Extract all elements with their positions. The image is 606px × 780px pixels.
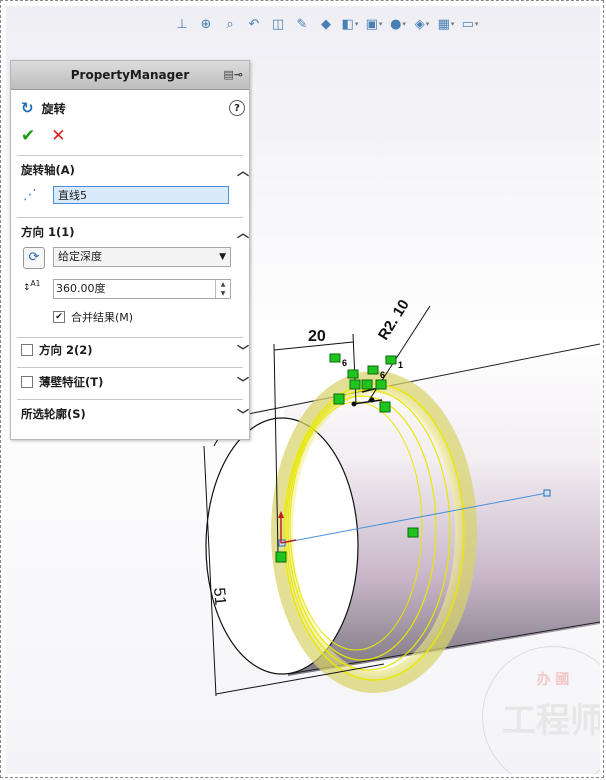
thin-feature-checkbox[interactable] — [21, 376, 33, 388]
spin-arrows-icon[interactable]: ▲ ▼ — [215, 280, 230, 298]
apply-scene-icon[interactable]: ◈ ▾ — [412, 14, 432, 34]
pin-icon[interactable]: ▤⊸ — [223, 68, 243, 81]
expand-chevron-icon[interactable]: ﹀ — [237, 406, 249, 423]
svg-text:1: 1 — [398, 360, 403, 370]
direction1-section-label: 方向 1(1) — [21, 225, 75, 239]
end-condition-select[interactable]: 给定深度 ▼ — [53, 247, 231, 267]
divider — [17, 217, 243, 218]
previous-view-icon[interactable]: ↶ — [244, 14, 264, 34]
view-orientation-icon[interactable]: ⊥ — [172, 14, 192, 34]
dropdown-arrow-icon: ▼ — [219, 252, 226, 262]
property-manager-header: PropertyManager ▤⊸ — [11, 61, 249, 90]
dim-diameter-text: 51 — [210, 587, 228, 606]
feature-title-row: ↻ 旋转 ? — [11, 97, 259, 119]
confirm-row: ✔ ✕ — [11, 125, 259, 147]
selected-contours-section-label: 所选轮廓(S) — [21, 407, 86, 421]
collapse-chevron-icon[interactable]: ︿ — [237, 162, 249, 179]
axis-line-icon: ⋰ — [23, 187, 37, 203]
view-cube-icon[interactable]: ◆ — [316, 14, 336, 34]
svg-text:6: 6 — [342, 358, 347, 368]
direction2-section-header[interactable]: 方向 2(2) ﹀ — [11, 339, 259, 361]
angle-spinbox[interactable]: 360.00度 ▲ ▼ — [53, 279, 231, 299]
angle-icon: ↕A1 — [23, 279, 41, 293]
revolve-feature-icon: ↻ — [21, 99, 34, 117]
direction2-section-label: 方向 2(2) — [39, 343, 93, 357]
dim-radius-text: R2. 10 — [375, 297, 413, 343]
selected-contours-section-header[interactable]: 所选轮廓(S) ﹀ — [11, 403, 259, 425]
property-manager-title: PropertyManager — [70, 68, 190, 82]
thin-feature-section-label: 薄壁特征(T) — [39, 375, 104, 389]
axis-endpoint-end — [543, 489, 551, 497]
feature-name: 旋转 — [41, 101, 66, 116]
section-view-icon[interactable]: ◫ — [268, 14, 288, 34]
divider — [17, 367, 243, 368]
axis-section-label: 旋转轴(A) — [21, 163, 75, 177]
property-manager-panel: PropertyManager ▤⊸ ↻ 旋转 ? ✔ ✕ 旋转轴(A) ︿ ⋰… — [10, 60, 250, 440]
direction2-checkbox[interactable] — [21, 344, 33, 356]
svg-text:6: 6 — [380, 370, 385, 380]
zoom-area-icon[interactable]: ⌕ — [220, 14, 240, 34]
heads-up-view-toolbar: ⊥ ⊕ ⌕ ↶ ◫ ✎ ◆ ◧ ▾ ▣ ▾ ● ▾ ◈ ▾ ▦ ▾ ▭ ▾ — [172, 12, 480, 36]
divider — [17, 399, 243, 400]
hide-show-icon[interactable]: ▣ ▾ — [364, 14, 384, 34]
axis-section-header[interactable]: 旋转轴(A) ︿ — [11, 159, 259, 181]
divider — [17, 155, 243, 156]
help-icon[interactable]: ? — [229, 100, 245, 116]
merge-result-checkbox[interactable]: ✔ — [53, 311, 65, 323]
expand-chevron-icon[interactable]: ﹀ — [237, 342, 249, 359]
reverse-direction-button[interactable]: ⟳ — [23, 247, 45, 269]
revolve-axis-field[interactable]: 直线5 — [53, 186, 229, 204]
cancel-button[interactable]: ✕ — [51, 126, 65, 146]
thin-feature-section-header[interactable]: 薄壁特征(T) ﹀ — [11, 371, 259, 393]
expand-chevron-icon[interactable]: ﹀ — [237, 374, 249, 391]
monitor-icon[interactable]: ▭ ▾ — [460, 14, 480, 34]
dynamic-annotation-icon[interactable]: ✎ — [292, 14, 312, 34]
display-style-icon[interactable]: ◧ ▾ — [340, 14, 360, 34]
merge-result-label: 合并结果(M) — [71, 311, 134, 324]
view-settings-icon[interactable]: ▦ ▾ — [436, 14, 456, 34]
edit-appearance-icon[interactable]: ● ▾ — [388, 14, 408, 34]
dim-width-text: 20 — [308, 328, 326, 345]
zoom-fit-icon[interactable]: ⊕ — [196, 14, 216, 34]
direction1-section-header[interactable]: 方向 1(1) ︿ — [11, 221, 259, 243]
ok-button[interactable]: ✔ — [21, 126, 35, 146]
divider — [17, 337, 243, 338]
collapse-chevron-icon[interactable]: ︿ — [237, 224, 249, 241]
merge-result-row[interactable]: ✔ 合并结果(M) — [53, 309, 243, 325]
